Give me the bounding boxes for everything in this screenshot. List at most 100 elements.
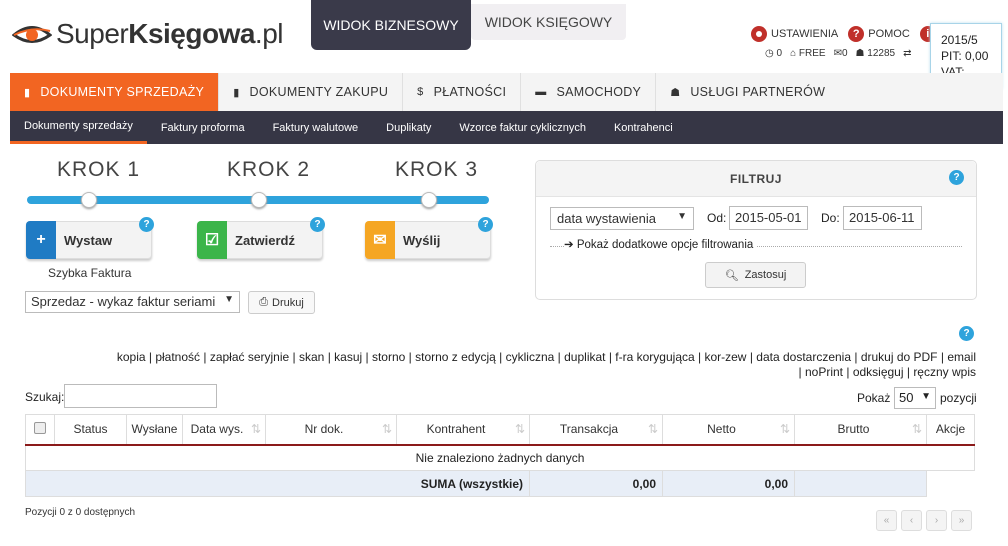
checkbox-icon: ☑ xyxy=(197,221,227,259)
stat-share: ⇄ xyxy=(903,48,912,59)
page-size-select[interactable]: 50 ▼ xyxy=(894,387,936,409)
action-link[interactable]: odksięguj xyxy=(853,365,904,379)
top-links: USTAWIENIA ? POMOC i xyxy=(751,26,940,42)
search-input[interactable] xyxy=(64,384,217,408)
action-link[interactable]: zapłać seryjnie xyxy=(210,350,289,364)
subtab-duplicates[interactable]: Duplikaty xyxy=(372,111,445,144)
from-label: Od: xyxy=(707,211,727,225)
approve-button[interactable]: ☑ Zatwierdź xyxy=(197,221,323,259)
select-all-checkbox[interactable] xyxy=(25,414,55,446)
sum-row: SUMA (wszystkie) 0,00 0,00 xyxy=(25,470,975,497)
empty-message: Nie znaleziono żadnych danych xyxy=(25,444,975,471)
document-icon: ▮ xyxy=(24,86,31,99)
date-to-input[interactable]: 2015-06-11 xyxy=(843,206,922,230)
tab-purchase-documents[interactable]: ▮ DOKUMENTY ZAKUPU xyxy=(219,73,404,111)
help-link[interactable]: ? POMOC xyxy=(848,26,910,42)
col-sent[interactable]: Wysłane xyxy=(126,414,183,446)
sum-gross: 0,00 xyxy=(662,470,795,497)
col-net[interactable]: Netto ⇅ xyxy=(662,414,795,446)
report-select[interactable]: Sprzedaz - wykaz faktur seriami ▼ xyxy=(25,291,240,313)
search-label: Szukaj: xyxy=(25,390,65,404)
issue-invoice-button[interactable]: + Wystaw xyxy=(26,221,152,259)
stat-plan: ⌂ FREE xyxy=(790,48,826,59)
col-transaction[interactable]: Transakcja ⇅ xyxy=(529,414,663,446)
send-button[interactable]: ✉ Wyślij xyxy=(365,221,491,259)
step-3-label: KROK 3 xyxy=(395,158,479,181)
help-icon[interactable]: ? xyxy=(949,170,964,185)
documents-table: Status Wysłane Data wys. ⇅ Nr dok. ⇅ Kontr… xyxy=(25,414,975,497)
action-link[interactable]: data dostarczenia xyxy=(756,350,851,364)
action-link[interactable]: f-ra korygująca xyxy=(615,350,694,364)
action-link[interactable]: kasuj xyxy=(334,350,362,364)
action-link[interactable]: ręczny wpis xyxy=(913,365,976,379)
action-link[interactable]: kor-zew xyxy=(704,350,746,364)
subtab-cyclic-templates[interactable]: Wzorce faktur cyklicznych xyxy=(445,111,600,144)
col-doc-number[interactable]: Nr dok. ⇅ xyxy=(265,414,397,446)
more-filters-link[interactable]: ➔ Pokaż dodatkowe opcje filtrowania xyxy=(550,238,962,251)
filter-title: FILTRUJ xyxy=(536,161,976,197)
action-link[interactable]: kopia xyxy=(117,350,146,364)
action-link[interactable]: storno xyxy=(372,350,405,364)
next-page-button[interactable]: › xyxy=(926,510,947,531)
filter-field-select[interactable]: data wystawienia ▼ xyxy=(550,207,694,230)
document-icon: ▮ xyxy=(233,86,240,99)
first-page-button[interactable]: « xyxy=(876,510,897,531)
last-page-button[interactable]: » xyxy=(951,510,972,531)
help-icon: ? xyxy=(848,26,865,42)
printer-icon: ⎙ xyxy=(259,296,268,308)
truck-icon: ▬ xyxy=(535,86,547,98)
subtab-sales-documents[interactable]: Dokumenty sprzedaży xyxy=(10,111,147,144)
stat-mail[interactable]: ✉0 xyxy=(834,48,848,59)
business-view-tab[interactable]: WIDOK BIZNESOWY xyxy=(311,0,471,50)
tab-cars[interactable]: ▬ SAMOCHODY xyxy=(521,73,657,111)
subtab-contractors[interactable]: Kontrahenci xyxy=(600,111,687,144)
settings-link[interactable]: USTAWIENIA xyxy=(751,26,838,42)
help-icon[interactable]: ? xyxy=(959,326,974,341)
step-2-label: KROK 2 xyxy=(227,158,311,181)
prev-page-button[interactable]: ‹ xyxy=(901,510,922,531)
apply-button[interactable]: 🔍︎ Zastosuj xyxy=(705,262,806,288)
quick-invoice-link[interactable]: Szybka Faktura xyxy=(48,266,131,280)
envelope-icon: ✉ xyxy=(365,221,395,259)
action-link[interactable]: storno z edycją xyxy=(415,350,496,364)
plus-icon: + xyxy=(26,221,56,259)
print-button[interactable]: ⎙ Drukuj xyxy=(248,291,315,314)
to-label: Do: xyxy=(821,211,840,225)
action-link[interactable]: duplikat xyxy=(564,350,605,364)
action-link[interactable]: płatność xyxy=(155,350,200,364)
subtab-currency-invoices[interactable]: Faktury walutowe xyxy=(259,111,373,144)
eye-logo-icon xyxy=(12,26,52,43)
action-links: kopia | płatność | zapłać seryjnie | ska… xyxy=(116,350,976,379)
date-from-input[interactable]: 2015-05-01 xyxy=(729,206,808,230)
sum-net: 0,00 xyxy=(529,470,663,497)
brand-name: SuperKsięgowa.pl xyxy=(56,18,284,49)
action-link[interactable]: noPrint xyxy=(805,365,843,379)
col-gross[interactable]: Brutto ⇅ xyxy=(794,414,927,446)
page-size-label: Pokaż xyxy=(857,391,891,405)
subtab-proforma[interactable]: Faktury proforma xyxy=(147,111,259,144)
page-size-suffix: pozycji xyxy=(940,391,977,405)
action-link[interactable]: email xyxy=(947,350,976,364)
sum-label: SUMA (wszystkie) xyxy=(25,470,530,497)
accounting-view-tab[interactable]: WIDOK KSIĘGOWY xyxy=(471,4,626,40)
action-link[interactable]: cykliczna xyxy=(506,350,555,364)
action-link[interactable]: skan xyxy=(299,350,324,364)
help-icon[interactable]: ? xyxy=(478,217,493,232)
logo[interactable]: SuperKsięgowa.pl xyxy=(12,14,284,54)
tab-sales-documents[interactable]: ▮ DOKUMENTY SPRZEDAŻY xyxy=(10,73,220,111)
users-icon: ☗ xyxy=(670,86,681,99)
help-icon[interactable]: ? xyxy=(310,217,325,232)
col-status[interactable]: Status xyxy=(54,414,127,446)
gear-icon xyxy=(751,26,767,42)
tab-partner-services[interactable]: ☗ USŁUGI PARTNERÓW xyxy=(656,73,839,111)
stat-users: ☗ 12285 xyxy=(855,48,896,59)
tab-payments[interactable]: $ PŁATNOŚCI xyxy=(403,73,522,111)
period-date: 2015/5 xyxy=(941,33,978,47)
step-1-marker xyxy=(81,192,97,208)
col-issue-date[interactable]: Data wys. ⇅ xyxy=(182,414,266,446)
col-contractor[interactable]: Kontrahent ⇅ xyxy=(396,414,530,446)
action-link[interactable]: drukuj do PDF xyxy=(861,350,938,364)
help-icon[interactable]: ? xyxy=(139,217,154,232)
step-2-marker xyxy=(251,192,267,208)
pit-value: PIT: 0,00 xyxy=(941,49,989,63)
